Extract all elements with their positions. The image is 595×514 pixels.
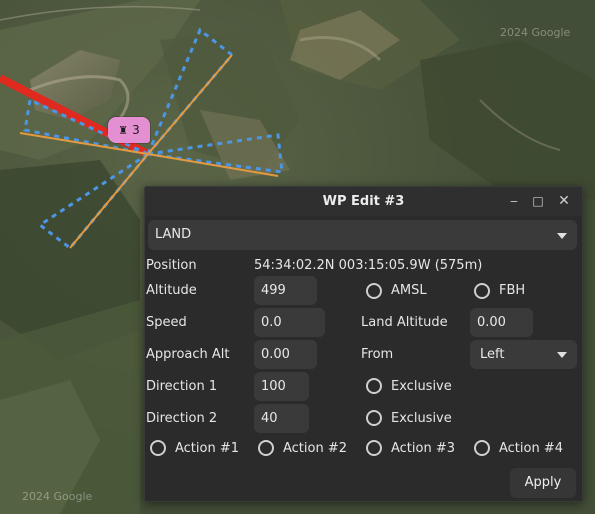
action2-label: Action #2 <box>283 441 348 456</box>
speed-label: Speed <box>146 315 187 330</box>
direction2-label: Direction 2 <box>146 411 218 426</box>
land-altitude-label: Land Altitude <box>361 315 448 330</box>
action3-radio[interactable] <box>366 440 382 456</box>
amsl-label: AMSL <box>391 283 427 298</box>
from-select-value: Left <box>480 347 505 362</box>
direction1-input[interactable]: 100 <box>254 372 309 401</box>
action3-label: Action #3 <box>391 441 456 456</box>
action2-radio[interactable] <box>258 440 274 456</box>
amsl-radio[interactable] <box>366 283 382 299</box>
wp-edit-dialog: WP Edit #3 ‒ □ ✕ LAND Position 54:34:02.… <box>144 186 583 502</box>
rook-icon: ♜ <box>118 123 129 137</box>
fbh-radio[interactable] <box>474 283 490 299</box>
map-attribution-top: 2024 Google <box>500 26 571 39</box>
waypoint-marker[interactable]: ♜ 3 <box>108 117 150 143</box>
dialog-titlebar[interactable]: WP Edit #3 ‒ □ ✕ <box>145 187 582 216</box>
exclusive2-radio[interactable] <box>366 410 382 426</box>
apply-button[interactable]: Apply <box>510 468 576 498</box>
exclusive1-radio[interactable] <box>366 378 382 394</box>
action4-label: Action #4 <box>499 441 564 456</box>
position-value: 54:34:02.2N 003:15:05.9W (575m) <box>254 258 483 273</box>
land-altitude-input[interactable]: 0.00 <box>470 308 533 337</box>
waypoint-marker-label: 3 <box>132 123 140 137</box>
exclusive1-label: Exclusive <box>391 379 452 394</box>
command-select[interactable]: LAND <box>148 220 577 250</box>
maximize-button[interactable]: □ <box>530 193 546 209</box>
action4-radio[interactable] <box>474 440 490 456</box>
from-label: From <box>361 347 394 362</box>
fbh-label: FBH <box>499 283 526 298</box>
chevron-down-icon <box>557 352 567 358</box>
direction2-input[interactable]: 40 <box>254 404 309 433</box>
exclusive2-label: Exclusive <box>391 411 452 426</box>
approach-alt-label: Approach Alt <box>146 347 230 362</box>
chevron-down-icon <box>557 233 567 239</box>
action1-radio[interactable] <box>150 440 166 456</box>
altitude-label: Altitude <box>146 283 197 298</box>
speed-input[interactable]: 0.0 <box>254 308 325 337</box>
minimize-button[interactable]: ‒ <box>506 193 522 209</box>
direction1-label: Direction 1 <box>146 379 218 394</box>
map-attribution-bottom: 2024 Google <box>22 490 93 503</box>
position-label: Position <box>146 258 197 273</box>
altitude-input[interactable]: 499 <box>254 276 317 305</box>
action1-label: Action #1 <box>175 441 240 456</box>
approach-alt-input[interactable]: 0.00 <box>254 340 317 369</box>
command-select-value: LAND <box>155 227 192 242</box>
close-button[interactable]: ✕ <box>556 193 572 209</box>
